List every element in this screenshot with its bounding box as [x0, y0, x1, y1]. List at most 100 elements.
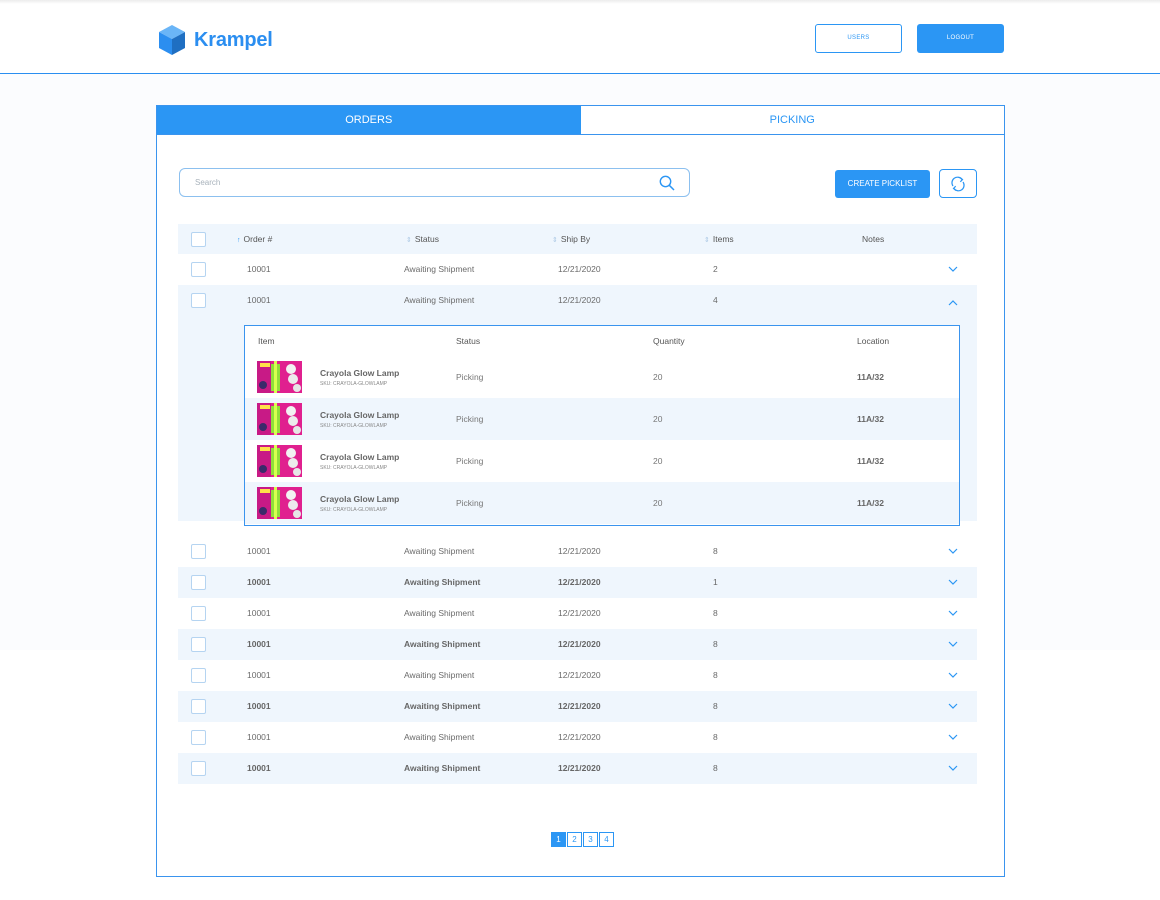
row-checkbox[interactable] — [191, 262, 206, 277]
chevron-down-icon[interactable] — [948, 265, 958, 273]
order-status: Awaiting Shipment — [404, 670, 475, 680]
item-location: 11A/32 — [857, 456, 884, 466]
product-name: Crayola Glow Lamp — [320, 368, 400, 378]
table-row[interactable]: 10001 Awaiting Shipment 12/21/2020 2 — [178, 254, 977, 285]
order-number: 10001 — [247, 577, 271, 587]
orders-table: ↑ Order # ⇕ Status ⇕ Ship By ⇕ Items Notes 1… — [178, 224, 977, 784]
product-name: Crayola Glow Lamp — [320, 452, 400, 462]
product-thumbnail — [257, 403, 302, 435]
table-row[interactable]: 10001 Awaiting Shipment 12/21/2020 8 — [178, 660, 977, 691]
pagination: 1 2 3 4 — [551, 832, 615, 847]
search-icon[interactable] — [659, 175, 675, 191]
table-row[interactable]: 10001 Awaiting Shipment 12/21/2020 8 — [178, 691, 977, 722]
item-status: Picking — [456, 372, 484, 382]
product-name: Crayola Glow Lamp — [320, 410, 400, 420]
item-count: 8 — [713, 701, 718, 711]
ship-by-date: 12/21/2020 — [558, 639, 601, 649]
tab-orders[interactable]: ORDERS — [157, 106, 581, 134]
table-row[interactable]: 10001 Awaiting Shipment 12/21/2020 8 — [178, 629, 977, 660]
row-checkbox[interactable] — [191, 761, 206, 776]
column-header-items[interactable]: ⇕ Items — [704, 224, 734, 256]
column-header-status[interactable]: ⇕ Status — [406, 224, 439, 256]
table-row[interactable]: 10001 Awaiting Shipment 12/21/2020 8 — [178, 722, 977, 753]
chevron-down-icon[interactable] — [948, 702, 958, 710]
expanded-order-row: 10001 Awaiting Shipment 12/21/2020 4 Ite… — [178, 285, 977, 526]
table-row[interactable]: 10001 Awaiting Shipment 12/21/2020 8 — [178, 598, 977, 629]
item-status: Picking — [456, 498, 484, 508]
order-items-table: Item Status Quantity Location Crayola Gl… — [244, 325, 960, 526]
product-thumbnail — [257, 361, 302, 393]
table-row[interactable]: 10001 Awaiting Shipment 12/21/2020 1 — [178, 567, 977, 598]
product-sku: SKU: CRAYOLA-GLOWLAMP — [320, 423, 388, 429]
users-button[interactable]: USERS — [815, 24, 902, 53]
ship-by-date: 12/21/2020 — [558, 608, 601, 618]
row-checkbox[interactable] — [191, 668, 206, 683]
search-placeholder: Search — [195, 178, 221, 187]
page-button-2[interactable]: 2 — [567, 832, 582, 847]
order-number: 10001 — [247, 639, 271, 649]
order-status: Awaiting Shipment — [404, 732, 475, 742]
product-thumbnail — [257, 487, 302, 519]
table-row[interactable]: 10001 Awaiting Shipment 12/21/2020 8 — [178, 536, 977, 567]
column-header-order[interactable]: ↑ Order # — [237, 224, 272, 256]
row-checkbox[interactable] — [191, 699, 206, 714]
order-number: 10001 — [247, 763, 271, 773]
page-button-3[interactable]: 3 — [583, 832, 598, 847]
table-row[interactable]: 10001 Awaiting Shipment 12/21/2020 4 — [178, 285, 977, 317]
logout-button[interactable]: LOGOUT — [917, 24, 1004, 53]
product-name: Crayola Glow Lamp — [320, 494, 400, 504]
sort-up-icon: ↑ — [237, 237, 241, 244]
chevron-down-icon[interactable] — [948, 764, 958, 772]
item-row: Crayola Glow Lamp SKU: CRAYOLA-GLOWLAMP … — [245, 398, 959, 440]
refresh-button[interactable] — [939, 169, 977, 198]
item-row: Crayola Glow Lamp SKU: CRAYOLA-GLOWLAMP … — [245, 356, 959, 398]
item-row: Crayola Glow Lamp SKU: CRAYOLA-GLOWLAMP … — [245, 440, 959, 482]
refresh-icon — [951, 176, 965, 192]
chevron-down-icon[interactable] — [948, 578, 958, 586]
row-checkbox[interactable] — [191, 730, 206, 745]
item-count: 8 — [713, 670, 718, 680]
tab-picking[interactable]: PICKING — [580, 106, 1004, 134]
row-checkbox[interactable] — [191, 606, 206, 621]
order-number: 10001 — [247, 701, 271, 711]
order-status: Awaiting Shipment — [404, 763, 481, 773]
item-count: 8 — [713, 546, 718, 556]
item-count: 8 — [713, 608, 718, 618]
chevron-up-icon[interactable] — [948, 299, 958, 307]
ship-by-date: 12/21/2020 — [558, 264, 601, 274]
item-row: Crayola Glow Lamp SKU: CRAYOLA-GLOWLAMP … — [245, 482, 959, 524]
product-sku: SKU: CRAYOLA-GLOWLAMP — [320, 465, 388, 471]
chevron-down-icon[interactable] — [948, 609, 958, 617]
product-sku: SKU: CRAYOLA-GLOWLAMP — [320, 381, 388, 387]
select-all-checkbox[interactable] — [191, 232, 206, 247]
order-status: Awaiting Shipment — [404, 264, 475, 274]
chevron-down-icon[interactable] — [948, 547, 958, 555]
search-input[interactable]: Search — [179, 168, 690, 197]
chevron-down-icon[interactable] — [948, 640, 958, 648]
item-status: Picking — [456, 456, 484, 466]
page-button-4[interactable]: 4 — [599, 832, 614, 847]
table-header: ↑ Order # ⇕ Status ⇕ Ship By ⇕ Items Notes — [178, 224, 977, 254]
order-status: Awaiting Shipment — [404, 577, 481, 587]
ship-by-date: 12/21/2020 — [558, 763, 601, 773]
row-checkbox[interactable] — [191, 575, 206, 590]
row-checkbox[interactable] — [191, 544, 206, 559]
row-checkbox[interactable] — [191, 293, 206, 308]
chevron-down-icon[interactable] — [948, 733, 958, 741]
table-row[interactable]: 10001 Awaiting Shipment 12/21/2020 8 — [178, 753, 977, 784]
page-button-1[interactable]: 1 — [551, 832, 566, 847]
item-location: 11A/32 — [857, 414, 884, 424]
items-table-header: Item Status Quantity Location — [245, 326, 959, 356]
app-name: Krampel — [194, 28, 273, 51]
chevron-down-icon[interactable] — [948, 671, 958, 679]
product-thumbnail — [257, 445, 302, 477]
item-count: 2 — [713, 264, 718, 274]
cube-icon — [159, 25, 185, 55]
orders-panel: ORDERS PICKING Search CREATE PICKLIST ↑ O… — [156, 105, 1005, 877]
logo[interactable]: Krampel — [158, 24, 273, 56]
row-checkbox[interactable] — [191, 637, 206, 652]
create-picklist-button[interactable]: CREATE PICKLIST — [835, 170, 930, 198]
column-header-ship-by[interactable]: ⇕ Ship By — [552, 224, 590, 256]
item-location: 11A/32 — [857, 498, 884, 508]
column-header-item-status: Status — [456, 336, 481, 346]
